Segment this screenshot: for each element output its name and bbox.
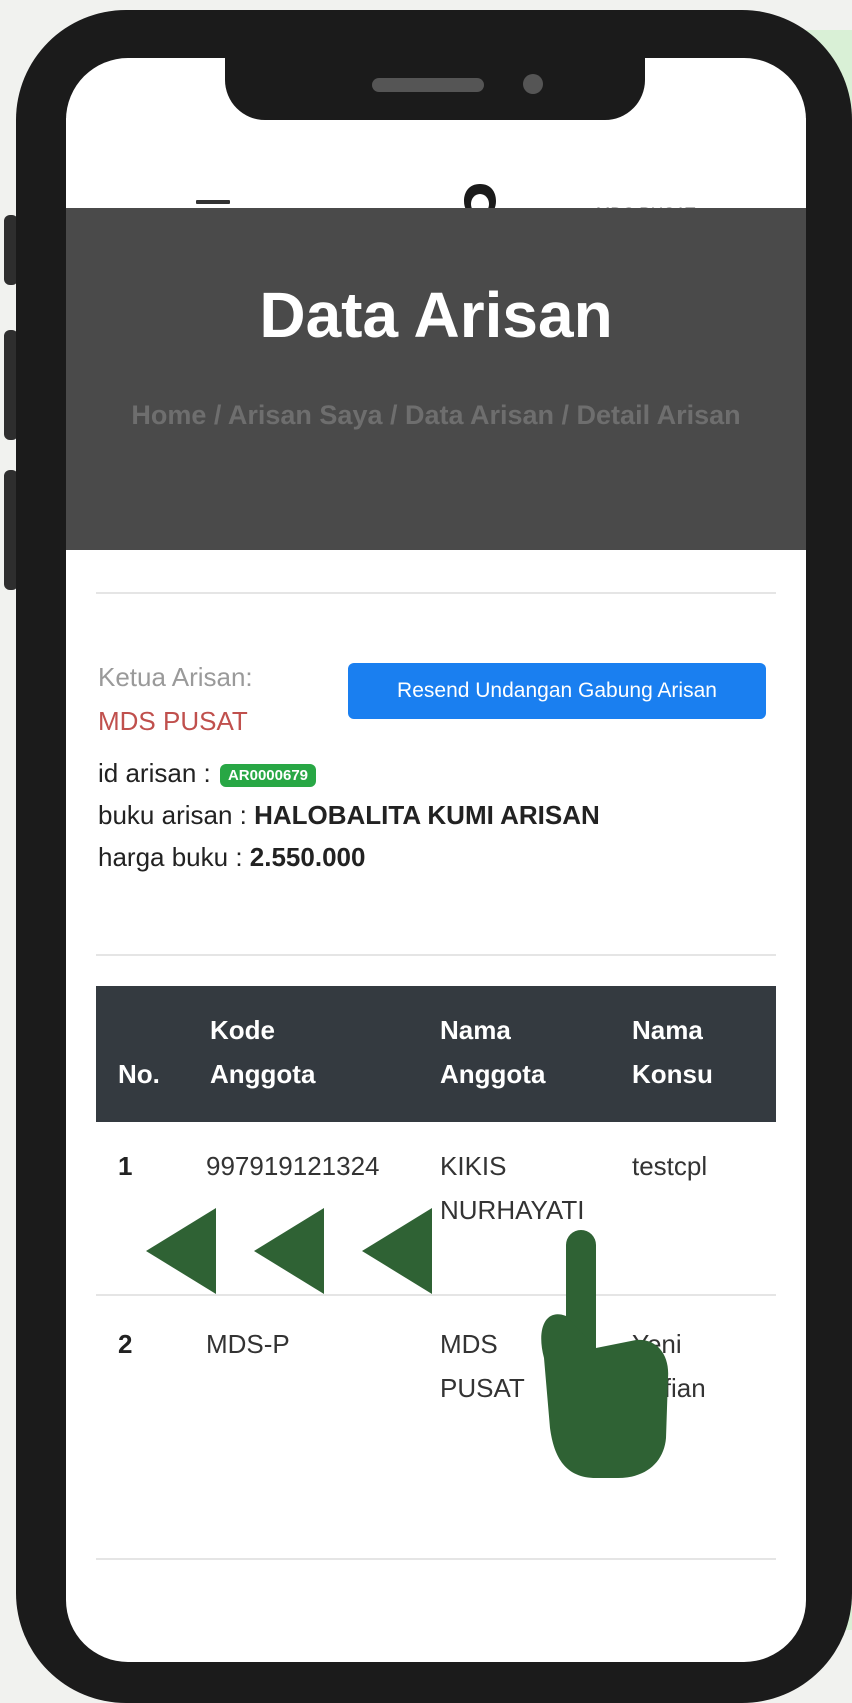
buku-arisan-label: buku arisan : [98,800,255,830]
cell-nama-l2: NURHAYATI [440,1195,585,1225]
buku-arisan-line: buku arisan : HALOBALITA KUMI ARISAN [98,800,600,831]
cell-no: 2 [118,1329,133,1359]
breadcrumb: Home / Arisan Saya / Data Arisan / Detai… [131,400,741,430]
column-header-konsu-l2: Konsu [632,1059,713,1089]
phone-screen: ← MDS PUSAT ▼ Data Arisan Home / Arisan … [66,58,806,1662]
ketua-label: Ketua Arisan: [98,662,253,692]
page-header-banner: Data Arisan Home / Arisan Saya / Data Ar… [66,208,806,550]
id-arisan-line: id arisan : AR0000679 [98,758,317,789]
table-row[interactable]: 1 997919121324 KIKIS NURHAYATI testcpl [96,1122,776,1294]
divider [96,592,776,594]
page-title: Data Arisan [259,279,613,351]
column-header-nama-l1: Nama [440,1015,511,1045]
resend-invitation-button[interactable]: Resend Undangan Gabung Arisan [348,663,766,719]
harga-buku-line: harga buku : 2.550.000 [98,842,365,873]
harga-buku-label: harga buku : [98,842,250,872]
divider [96,954,776,956]
table-row[interactable]: 2 MDS-P MDS PUSAT Yeni Sofian [96,1296,776,1476]
id-arisan-badge: AR0000679 [219,763,317,787]
column-header-no: No. [118,1059,160,1089]
cell-nama-l2: PUSAT [440,1373,525,1403]
cell-kode: MDS-P [206,1329,290,1359]
column-header-nama-l2: Anggota [440,1059,546,1089]
cell-nama-l1: KIKIS [440,1151,507,1181]
cell-kode: 997919121324 [206,1151,380,1181]
camera-icon [523,74,543,94]
harga-buku-value: 2.550.000 [249,842,366,872]
cell-no: 1 [118,1151,133,1181]
ketua-value: MDS PUSAT [98,706,248,736]
cell-konsu-l1: Yeni [632,1329,682,1359]
column-header-kode-l1: Kode [210,1015,275,1045]
column-header-konsu-l1: Nama [632,1015,703,1045]
column-header-kode-l2: Anggota [210,1059,316,1089]
divider [96,1558,776,1560]
cell-konsu-l2: Sofian [632,1373,706,1403]
id-arisan-label: id arisan : [98,758,218,788]
cell-nama-l1: MDS [440,1329,498,1359]
buku-arisan-value: HALOBALITA KUMI ARISAN [254,800,600,830]
members-table-header: No. Kode Anggota Nama Anggota Nama Konsu [96,986,776,1122]
speaker-icon [372,78,484,92]
cell-konsu-l1: testcpl [632,1151,708,1181]
